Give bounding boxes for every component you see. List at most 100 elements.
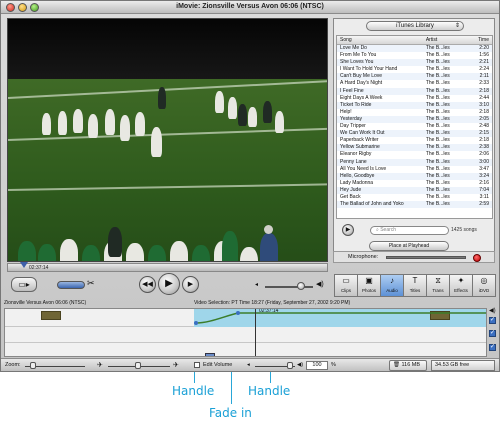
song-row[interactable]: Yellow Submarine The B...les 2:38 bbox=[337, 144, 492, 152]
song-row[interactable]: We Can Work It Out The B...les 2:15 bbox=[337, 130, 492, 138]
song-row[interactable]: Lady Madonna The B...les 2:16 bbox=[337, 180, 492, 187]
pane-button-idvd[interactable]: ◎ iDVD bbox=[473, 274, 496, 297]
song-time-cell: 3:11 bbox=[479, 193, 489, 200]
timeline-playhead[interactable] bbox=[255, 309, 256, 356]
sideline-player bbox=[82, 245, 100, 261]
pane-button-trans[interactable]: ⧖ Trans bbox=[427, 274, 450, 297]
video-track-checkbox[interactable]: ✓ bbox=[489, 317, 496, 324]
pane-button-audio[interactable]: ♪ Audio bbox=[381, 274, 404, 297]
football-player bbox=[248, 107, 257, 127]
pane-button-effects[interactable]: ✦ Effects bbox=[450, 274, 473, 297]
song-row[interactable]: From Me To You The B...les 1:56 bbox=[337, 52, 492, 59]
fade-handle-right[interactable] bbox=[236, 311, 240, 315]
library-source-popup[interactable]: iTunes Library ⇕ bbox=[366, 21, 464, 31]
speed-slider-knob[interactable] bbox=[135, 362, 141, 369]
place-at-playhead-button[interactable]: Place at Playhead bbox=[369, 241, 449, 251]
scissors-icon: ✂ bbox=[87, 278, 95, 288]
song-row[interactable]: Hey Jude The B...les 7:04 bbox=[337, 186, 492, 194]
volume-fade-curve[interactable] bbox=[5, 309, 487, 327]
trash-button[interactable]: 🗑 116 MB bbox=[389, 360, 427, 371]
rewind-button[interactable]: ◀◀ bbox=[139, 276, 156, 293]
clips-icon: ▭ bbox=[342, 276, 350, 285]
song-song-cell: Yesterday bbox=[340, 115, 363, 122]
song-row[interactable]: All You Need Is Love The B...les 3:47 bbox=[337, 166, 492, 173]
imovie-window: iMovie: Zionsville Versus Avon 06:06 (NT… bbox=[0, 0, 500, 372]
football-player bbox=[42, 113, 51, 135]
song-row[interactable]: The Ballad of John and Yoko The B...les 2:… bbox=[337, 201, 492, 209]
song-song-cell: A Hard Day's Night bbox=[340, 80, 383, 87]
camera-mode-button[interactable]: ▭▸ bbox=[11, 277, 37, 292]
song-search-input[interactable]: ⌕ Search bbox=[370, 226, 449, 235]
pane-label: Effects bbox=[454, 288, 468, 293]
song-song-cell: Hello, Goodbye bbox=[340, 172, 375, 179]
volume-percent-field[interactable]: 100 bbox=[306, 361, 328, 370]
video-track[interactable] bbox=[5, 309, 486, 327]
song-row[interactable]: Day Tripper The B...les 2:48 bbox=[337, 123, 492, 130]
song-row[interactable]: She Loves You The B...les 2:21 bbox=[337, 59, 492, 67]
song-row[interactable]: Get Back The B...les 3:11 bbox=[337, 194, 492, 201]
song-row[interactable]: Eight Days A Week The B...les 2:44 bbox=[337, 95, 492, 102]
song-row[interactable]: Eleanor Rigby The B...les 2:06 bbox=[337, 151, 492, 158]
song-artist-cell: The B...les bbox=[425, 108, 450, 115]
sideline-player bbox=[126, 243, 144, 261]
column-header-time[interactable]: Time bbox=[465, 36, 492, 44]
song-song-cell: Hey Jude bbox=[340, 186, 362, 193]
song-list: Love Me Do The B...les 2:20 From Me To You T… bbox=[337, 45, 492, 209]
pane-button-titles[interactable]: T Titles bbox=[404, 274, 427, 297]
song-table-header: Song Artist Time bbox=[337, 36, 492, 45]
audio-track-1-checkbox[interactable]: ✓ bbox=[489, 330, 496, 337]
audio-track-2-checkbox[interactable]: ✓ bbox=[489, 344, 496, 351]
volume-slider-knob[interactable] bbox=[297, 282, 305, 290]
microphone-label: Microphone: bbox=[348, 254, 379, 260]
pane-label: Trans bbox=[432, 288, 444, 293]
timeline-viewer[interactable]: 02:37:14 bbox=[4, 308, 487, 357]
song-row[interactable]: I Want To Hold Your Hand The B...les 2:24 bbox=[337, 66, 492, 73]
preview-play-button[interactable]: ▶ bbox=[342, 224, 354, 236]
song-row[interactable]: Ticket To Ride The B...les 3:10 bbox=[337, 101, 492, 109]
song-row[interactable]: I Feel Fine The B...les 2:18 bbox=[337, 87, 492, 95]
play-button[interactable]: ▶ bbox=[158, 273, 180, 295]
song-time-cell: 2:05 bbox=[479, 115, 489, 122]
song-row[interactable]: A Hard Day's Night The B...les 2:33 bbox=[337, 80, 492, 87]
song-artist-cell: The B...les bbox=[425, 151, 450, 158]
column-header-song[interactable]: Song bbox=[337, 36, 426, 44]
microphone-level-meter bbox=[386, 256, 466, 259]
play-fullscreen-button[interactable]: ▶ bbox=[182, 276, 199, 293]
pane-button-clips[interactable]: ▭ Clips bbox=[334, 274, 358, 297]
zoom-scroller[interactable] bbox=[205, 353, 215, 356]
song-row[interactable]: Paperback Writer The B...les 2:18 bbox=[337, 137, 492, 144]
song-time-cell: 2:24 bbox=[479, 66, 489, 73]
song-row[interactable]: Hello, Goodbye The B...les 3:24 bbox=[337, 172, 492, 180]
song-song-cell: Penny Lane bbox=[340, 158, 367, 165]
song-song-cell: Can't Buy Me Love bbox=[340, 73, 383, 80]
search-placeholder: Search bbox=[380, 227, 397, 233]
mode-toggle-switch[interactable] bbox=[57, 281, 85, 289]
song-row[interactable]: Help! The B...les 2:18 bbox=[337, 109, 492, 116]
edit-volume-checkbox[interactable] bbox=[194, 362, 200, 368]
song-row[interactable]: Yesterday The B...les 2:05 bbox=[337, 115, 492, 124]
fade-handle-left[interactable] bbox=[194, 321, 198, 325]
pane-button-photos[interactable]: ▣ Photos bbox=[358, 274, 381, 297]
pane-buttons: ▭ Clips ▣ Photos ♪ Audio T Titles ⧖ Trans ✦ Effects… bbox=[334, 274, 496, 297]
rewind-icon: ◀◀ bbox=[142, 281, 153, 288]
audio-track-1[interactable] bbox=[5, 327, 486, 343]
song-row[interactable]: Penny Lane The B...les 3:00 bbox=[337, 158, 492, 166]
song-table[interactable]: Song Artist Time Love Me Do The B...les 2:… bbox=[336, 35, 493, 219]
record-voice-button[interactable] bbox=[473, 254, 481, 262]
volume-slider[interactable] bbox=[265, 286, 313, 288]
song-row[interactable]: Love Me Do The B...les 2:20 bbox=[337, 45, 492, 53]
video-monitor[interactable] bbox=[7, 18, 328, 262]
clip-volume-knob[interactable] bbox=[287, 362, 293, 369]
song-time-cell: 2:06 bbox=[479, 151, 489, 158]
song-row[interactable]: Can't Buy Me Love The B...les 2:11 bbox=[337, 73, 492, 81]
zoom-slider-knob[interactable] bbox=[30, 362, 36, 369]
sideline-player bbox=[192, 245, 210, 261]
column-header-artist[interactable]: Artist bbox=[426, 36, 465, 44]
transitions-icon: ⧖ bbox=[435, 276, 441, 285]
scrubber-time: 02:37:14 bbox=[29, 265, 49, 271]
scrubber-bar[interactable]: 02:37:14 bbox=[7, 262, 328, 272]
playhead-marker[interactable] bbox=[20, 262, 28, 268]
football-player bbox=[158, 87, 166, 109]
song-artist-cell: The B...les bbox=[425, 66, 450, 73]
audio-track-2[interactable] bbox=[5, 343, 486, 356]
